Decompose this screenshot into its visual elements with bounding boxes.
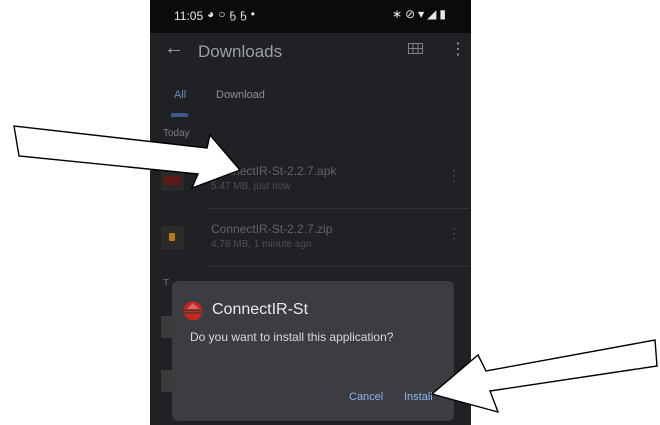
back-arrow-icon[interactable]: ← — [164, 37, 184, 60]
status-left-icons: ◕○ҕҕ• — [207, 7, 259, 21]
grid-view-icon[interactable] — [408, 43, 423, 54]
more-options-icon[interactable]: ⋮ — [447, 167, 461, 184]
cancel-button[interactable]: Cancel — [349, 391, 383, 403]
battery-icon: ▮ — [439, 7, 449, 21]
tab-indicator — [171, 113, 188, 117]
circle-icon: ○ — [218, 7, 230, 21]
install-dialog: ConnectIR-St Do you want to install this… — [172, 281, 454, 421]
status-right-icons: ∗⊘▾◢▮ — [392, 7, 449, 21]
file-meta: 4.78 MB, 1 minute ago — [211, 239, 312, 250]
page-title: Downloads — [198, 42, 283, 61]
file-name: ConnectIR-St-2.2.7.apk — [211, 164, 337, 178]
pie-icon: ◕ — [207, 7, 219, 21]
divider — [207, 208, 471, 209]
app-bar: ← Downloads ⋮ — [150, 33, 471, 71]
install-button[interactable]: Install — [404, 391, 433, 403]
apk-icon — [161, 168, 184, 191]
wifi-icon: ▾ — [418, 7, 428, 21]
tab-all[interactable]: All — [174, 89, 186, 101]
tab-bar: All Download — [150, 80, 471, 118]
dialog-message: Do you want to install this application? — [190, 330, 394, 344]
list-item[interactable]: ConnectIR-St-2.2.7.zip 4.78 MB, 1 minute… — [150, 211, 471, 263]
signal-icon: ◢ — [427, 7, 440, 21]
status-bar: 11:05 ◕○ҕҕ• ∗⊘▾◢▮ — [150, 0, 471, 33]
app-logo-icon — [183, 301, 203, 321]
more-options-icon[interactable]: ⋮ — [450, 39, 466, 59]
divider — [207, 266, 471, 267]
mute-icon: ⊘ — [405, 7, 419, 21]
dot-icon: • — [250, 7, 259, 21]
zip-icon — [161, 226, 184, 249]
section-header-today: Today — [163, 128, 190, 139]
list-item[interactable]: ConnectIR-St-2.2.7.apk 5.47 MB, just now… — [150, 153, 471, 205]
bluetooth-icon: ∗ — [392, 7, 406, 21]
phone-screen: 11:05 ◕○ҕҕ• ∗⊘▾◢▮ ← Downloads ⋮ All Down… — [150, 0, 471, 425]
more-options-icon[interactable]: ⋮ — [447, 225, 461, 242]
notification-icon: ҕ — [240, 7, 251, 21]
dialog-title: ConnectIR-St — [212, 301, 309, 318]
status-time: 11:05 — [174, 9, 204, 23]
tab-download[interactable]: Download — [216, 89, 265, 101]
section-header: T — [163, 278, 170, 289]
file-name: ConnectIR-St-2.2.7.zip — [211, 222, 333, 236]
notification-icon: ҕ — [229, 7, 241, 21]
file-meta: 5.47 MB, just now — [211, 181, 291, 192]
